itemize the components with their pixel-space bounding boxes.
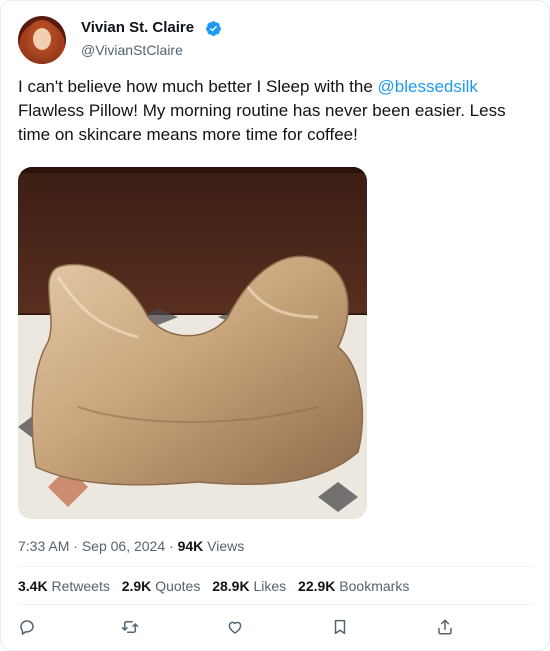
likes-count: 28.9K xyxy=(212,578,250,594)
quotes-count: 2.9K xyxy=(121,578,152,594)
bookmarks-stat[interactable]: 22.9K Bookmarks xyxy=(298,578,409,594)
likes-stat[interactable]: 28.9K Likes xyxy=(212,578,286,594)
bookmark-button[interactable] xyxy=(331,618,351,638)
like-button[interactable] xyxy=(226,618,246,638)
bookmarks-label: Bookmarks xyxy=(339,578,410,594)
retweets-label: Retweets xyxy=(51,578,110,594)
author-handle[interactable]: @VivianStClaire xyxy=(81,42,183,58)
tweet-time[interactable]: 7:33 AM xyxy=(18,538,69,554)
meta-separator: · xyxy=(73,538,78,554)
pillow-photo-illustration xyxy=(18,167,367,519)
tweet-text-end: Flawless Pillow! My morning routine has … xyxy=(18,101,506,144)
meta-separator: · xyxy=(169,538,174,554)
views-label: Views xyxy=(207,538,245,554)
likes-label: Likes xyxy=(253,578,287,594)
tweet-photo[interactable] xyxy=(18,167,367,519)
reply-icon xyxy=(20,620,34,635)
avatar-face xyxy=(33,28,51,50)
tweet-date[interactable]: Sep 06, 2024 xyxy=(82,538,165,554)
avatar[interactable] xyxy=(18,16,66,64)
mention-link[interactable]: @blessedsilk xyxy=(378,77,478,96)
retweet-icon xyxy=(121,621,139,633)
engagement-stats: 3.4K Retweets 2.9K Quotes 28.9K Likes 22… xyxy=(18,578,417,594)
retweets-stat[interactable]: 3.4K Retweets xyxy=(18,578,110,594)
retweets-count: 3.4K xyxy=(18,578,48,594)
tweet-card: Vivian St. Claire @VivianStClaire I can'… xyxy=(0,0,550,651)
views-count: 94K xyxy=(177,538,204,554)
bookmark-icon xyxy=(334,619,346,635)
divider xyxy=(18,566,534,567)
action-bar xyxy=(18,618,534,638)
quotes-stat[interactable]: 2.9K Quotes xyxy=(122,578,201,594)
like-icon xyxy=(228,621,242,634)
tweet-text: I can't believe how much better I Sleep … xyxy=(18,75,534,147)
bookmarks-count: 22.9K xyxy=(298,578,336,594)
tweet-meta: 7:33 AM · Sep 06, 2024 · 94K Views xyxy=(18,538,244,554)
verified-badge-icon xyxy=(206,21,221,36)
divider xyxy=(18,604,534,605)
share-button[interactable] xyxy=(436,618,456,638)
tweet-text-start: I can't believe how much better I Sleep … xyxy=(18,77,378,96)
author-name[interactable]: Vivian St. Claire xyxy=(81,19,194,36)
reply-button[interactable] xyxy=(18,618,38,638)
share-icon xyxy=(438,619,452,635)
quotes-label: Quotes xyxy=(155,578,201,594)
retweet-button[interactable] xyxy=(121,618,141,638)
